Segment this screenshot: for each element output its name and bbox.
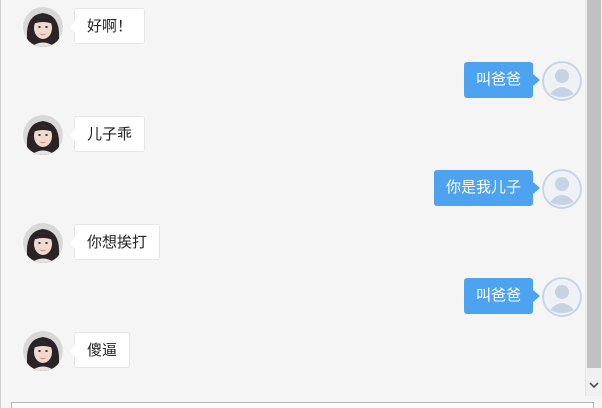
chevron-down-icon[interactable] bbox=[586, 376, 602, 394]
received-message-bubble: 你想挨打 bbox=[67, 224, 161, 260]
sent-message-bubble: 叫爸爸 bbox=[463, 278, 541, 314]
message-input-box[interactable] bbox=[11, 402, 594, 408]
received-message-bubble: 儿子乖 bbox=[67, 116, 146, 152]
scrollbar-thumb[interactable] bbox=[587, 0, 601, 368]
user-avatar-icon[interactable] bbox=[542, 169, 582, 209]
chat-window: 好啊！ 叫爸爸 儿子乖 你是我儿子 你想挨打 叫爸爸 傻逼 bbox=[0, 0, 602, 408]
message-row: 好啊！ bbox=[2, 7, 585, 49]
received-message-bubble: 好啊！ bbox=[67, 8, 146, 44]
received-message-bubble: 傻逼 bbox=[67, 332, 131, 368]
contact-avatar[interactable] bbox=[23, 331, 63, 371]
sent-message-bubble: 叫爸爸 bbox=[463, 62, 541, 98]
message-row: 傻逼 bbox=[2, 331, 585, 373]
contact-avatar[interactable] bbox=[23, 223, 63, 263]
message-row: 叫爸爸 bbox=[2, 277, 585, 319]
vertical-scrollbar[interactable] bbox=[585, 0, 602, 396]
message-row: 儿子乖 bbox=[2, 115, 585, 157]
message-row: 叫爸爸 bbox=[2, 61, 585, 103]
contact-avatar[interactable] bbox=[23, 7, 63, 47]
message-row: 你是我儿子 bbox=[2, 169, 585, 211]
sent-message-bubble: 你是我儿子 bbox=[433, 170, 541, 206]
user-avatar-icon[interactable] bbox=[542, 61, 582, 101]
message-list[interactable]: 好啊！ 叫爸爸 儿子乖 你是我儿子 你想挨打 叫爸爸 傻逼 bbox=[2, 0, 585, 396]
message-row: 你想挨打 bbox=[2, 223, 585, 265]
user-avatar-icon[interactable] bbox=[542, 277, 582, 317]
contact-avatar[interactable] bbox=[23, 115, 63, 155]
